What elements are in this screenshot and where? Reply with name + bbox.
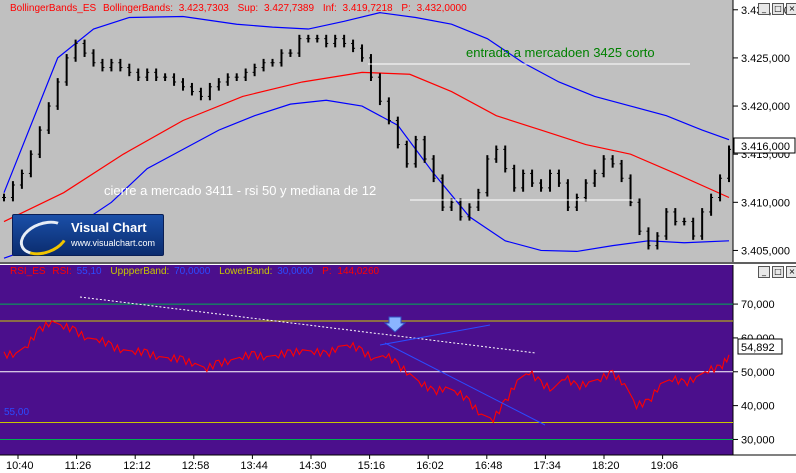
current-price-label: 3.416,000 bbox=[741, 141, 790, 153]
minimize-button[interactable]: _ bbox=[758, 3, 770, 15]
time-tick-label: 14:30 bbox=[299, 460, 327, 472]
logo-url: www.visualchart.com bbox=[71, 238, 156, 248]
rsi-y-tick-label: 40,000 bbox=[741, 401, 775, 413]
rsi-header: RSI_ES RSI: 55,10 UppperBand: 70,0000 Lo… bbox=[10, 266, 380, 277]
rsi-upper-label: UppperBand: bbox=[110, 266, 169, 277]
maximize-button[interactable]: □ bbox=[772, 3, 784, 15]
price-sup-label: Sup: bbox=[238, 3, 259, 14]
rsi-lower-label: LowerBand: bbox=[219, 266, 272, 277]
price-inf-label: Inf: bbox=[323, 3, 337, 14]
price-axis-bg bbox=[733, 0, 796, 262]
price-p-value: 3.432,0000 bbox=[417, 3, 467, 14]
rsi-upper-value: 70,0000 bbox=[174, 266, 211, 277]
price-y-tick-label: 3.410,000 bbox=[741, 197, 790, 209]
price-indicator-name: BollingerBands_ES bbox=[10, 3, 96, 14]
time-tick-label: 15:16 bbox=[358, 460, 386, 472]
rsi-p-value: 144,0260 bbox=[337, 266, 379, 277]
rsi-lower-value: 30,0000 bbox=[277, 266, 314, 277]
rsi-plot-bg bbox=[0, 265, 733, 455]
rsi-axis-bg bbox=[733, 265, 796, 455]
rsi-left-label: 55,00 bbox=[4, 407, 29, 418]
time-tick-label: 16:02 bbox=[416, 460, 444, 472]
time-tick-label: 10:40 bbox=[6, 460, 34, 472]
rsi-label: RSI: bbox=[52, 266, 71, 277]
price-y-tick-label: 3.420,000 bbox=[741, 101, 790, 113]
price-inf-value: 3.419,7218 bbox=[343, 3, 393, 14]
price-window-controls: _ □ × bbox=[758, 3, 796, 15]
price-sup-value: 3.427,7389 bbox=[264, 3, 314, 14]
price-p-label: P: bbox=[401, 3, 410, 14]
time-tick-label: 18:20 bbox=[592, 460, 620, 472]
rsi-maximize-button[interactable]: □ bbox=[772, 266, 784, 278]
time-tick-label: 17:34 bbox=[533, 460, 561, 472]
rsi-window-controls: _ □ × bbox=[758, 266, 796, 278]
rsi-y-tick-label: 70,000 bbox=[741, 299, 775, 311]
entry-annotation: entrada a mercadoen 3425 corto bbox=[466, 45, 655, 60]
rsi-current-label: 54,892 bbox=[741, 342, 775, 354]
close-button[interactable]: × bbox=[786, 3, 796, 15]
exit-annotation: cierre a mercado 3411 - rsi 50 y mediana… bbox=[104, 183, 376, 198]
rsi-indicator-name: RSI_ES bbox=[10, 266, 46, 277]
price-bb-label: BollingerBands: bbox=[103, 3, 173, 14]
rsi-y-tick-label: 50,000 bbox=[741, 367, 775, 379]
time-tick-label: 13:44 bbox=[240, 460, 268, 472]
price-bb-value: 3.423,7303 bbox=[179, 3, 229, 14]
rsi-chart: 70,00060,00050,00040,00030,000 10:4011:2… bbox=[0, 265, 796, 473]
rsi-close-button[interactable]: × bbox=[786, 266, 796, 278]
price-y-tick-label: 3.405,000 bbox=[741, 245, 790, 257]
rsi-p-label: P: bbox=[322, 266, 331, 277]
price-y-tick-label: 3.425,000 bbox=[741, 53, 790, 65]
visual-chart-logo: Visual Chart www.visualchart.com bbox=[12, 214, 164, 262]
rsi-value: 55,10 bbox=[77, 266, 102, 277]
time-tick-label: 12:58 bbox=[182, 460, 210, 472]
time-tick-label: 16:48 bbox=[475, 460, 503, 472]
time-tick-label: 11:26 bbox=[65, 460, 92, 472]
time-tick-label: 12:12 bbox=[123, 460, 151, 472]
logo-swoosh-icon bbox=[15, 214, 73, 262]
logo-title: Visual Chart bbox=[71, 220, 147, 235]
time-tick-label: 19:06 bbox=[651, 460, 679, 472]
rsi-minimize-button[interactable]: _ bbox=[758, 266, 770, 278]
rsi-y-tick-label: 30,000 bbox=[741, 434, 775, 446]
